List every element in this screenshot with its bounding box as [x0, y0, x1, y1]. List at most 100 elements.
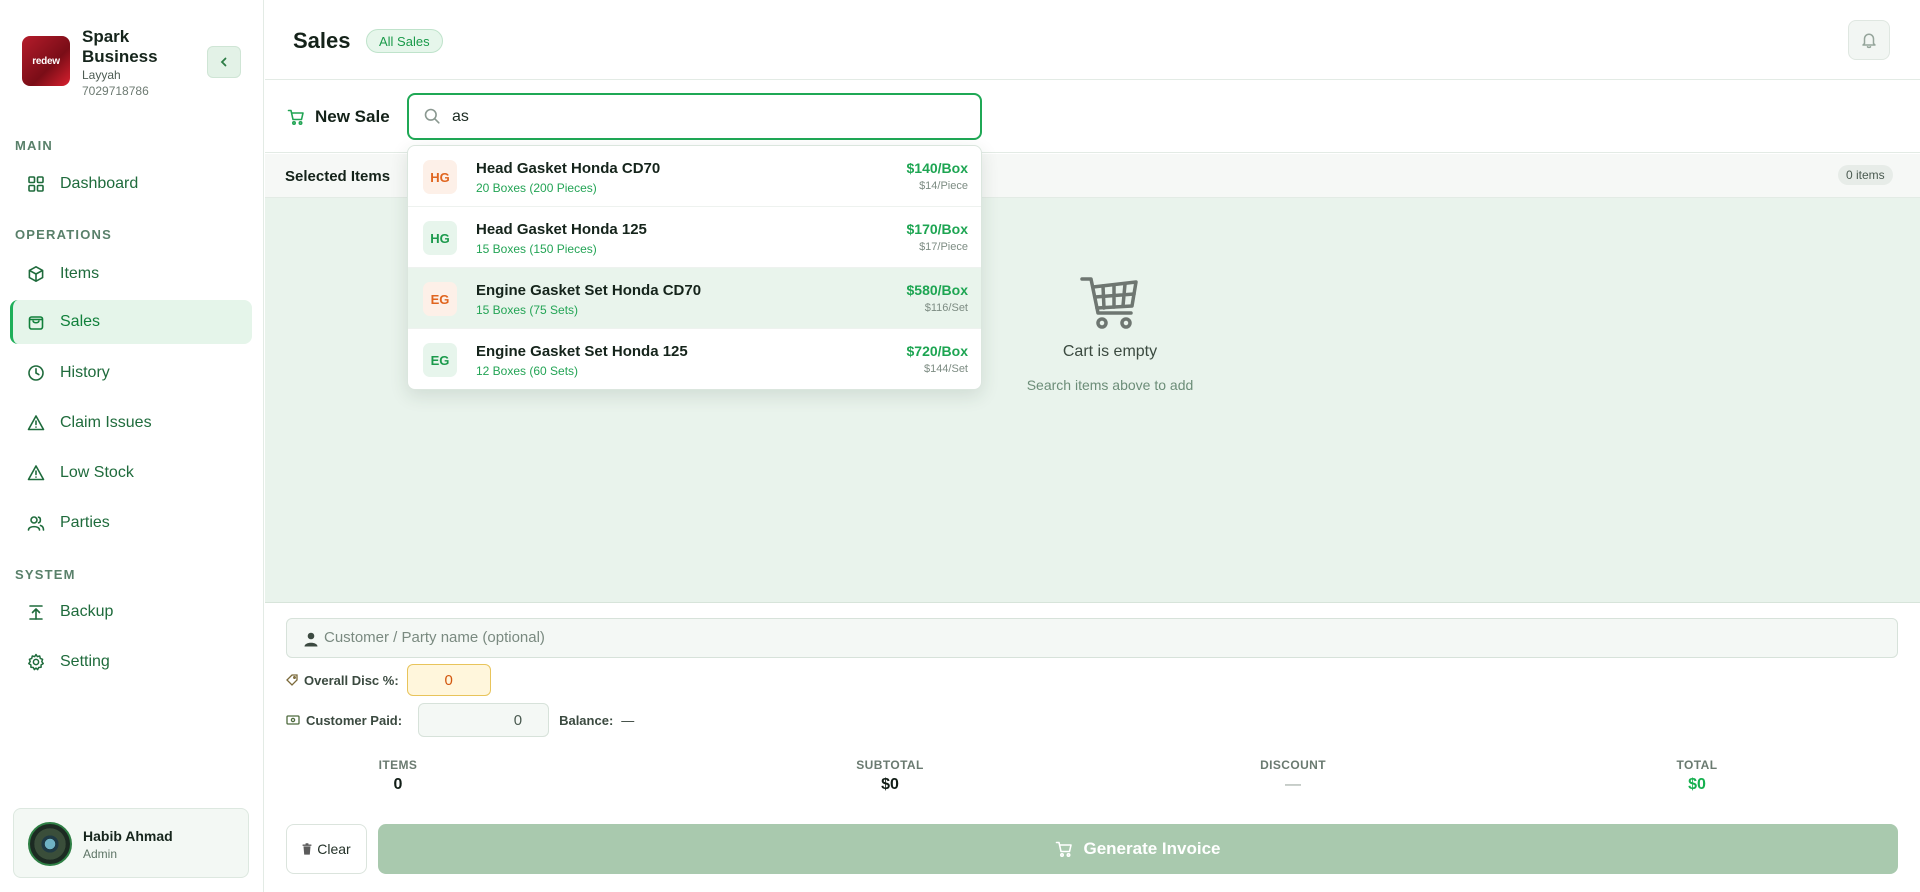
summary-items-value: 0	[393, 776, 403, 793]
bag-icon	[26, 312, 46, 332]
sidebar-item-backup[interactable]: Backup	[10, 590, 252, 634]
sidebar-item-label: Items	[60, 265, 100, 282]
customer-input[interactable]	[324, 629, 1824, 646]
sidebar-item-items[interactable]: Items	[10, 252, 252, 296]
item-initials-badge: HG	[423, 221, 457, 255]
sidebar-item-label: Claim Issues	[60, 414, 152, 431]
summary-total-value: $0	[1688, 776, 1706, 793]
sidebar-item-low-stock[interactable]: Low Stock	[10, 451, 252, 495]
collapse-sidebar-button[interactable]	[207, 46, 241, 78]
customer-paid-input[interactable]	[418, 703, 550, 737]
summary-total-label: TOTAL	[1676, 758, 1718, 772]
summary-discount-label: DISCOUNT	[1260, 758, 1326, 772]
item-name: Engine Gasket Set Honda CD70	[476, 282, 702, 299]
warning-icon	[26, 413, 46, 433]
item-name: Head Gasket Honda 125	[476, 221, 647, 238]
summary-items: ITEMS 0	[318, 758, 478, 794]
item-search-input[interactable]	[452, 106, 952, 128]
sidebar-item-dashboard[interactable]: Dashboard	[10, 162, 252, 206]
sidebar-item-sales[interactable]: Sales	[10, 300, 252, 344]
user-card[interactable]: Habib Ahmad Admin	[13, 808, 249, 878]
summary-items-label: ITEMS	[378, 758, 418, 772]
balance-label: Balance:	[559, 712, 614, 728]
search-result-item[interactable]: HG Head Gasket Honda 125 15 Boxes (150 P…	[408, 207, 981, 268]
user-name: Habib Ahmad	[83, 828, 173, 844]
summary-subtotal-value: $0	[881, 776, 899, 793]
totals-summary: ITEMS 0 SUBTOTAL $0 DISCOUNT — TOTAL $0	[286, 758, 1898, 802]
summary-discount-value: —	[1285, 776, 1301, 793]
cart-empty-title: Cart is empty	[1062, 343, 1158, 360]
item-unit-price: $17/Piece	[919, 241, 968, 253]
brand-location: Layyah	[82, 68, 121, 82]
sidebar-item-claim-issues[interactable]: Claim Issues	[10, 401, 252, 445]
grid-icon	[26, 174, 46, 194]
brand-phone: 7029718786	[82, 84, 149, 98]
user-role: Admin	[83, 847, 118, 861]
new-sale-label: New Sale	[287, 107, 390, 127]
customer-paid-label: Customer Paid:	[286, 713, 402, 728]
search-result-item[interactable]: EG Engine Gasket Set Honda CD70 15 Boxes…	[408, 268, 981, 329]
search-result-item[interactable]: HG Head Gasket Honda CD70 20 Boxes (200 …	[408, 146, 981, 207]
item-initials-badge: HG	[423, 160, 457, 194]
items-count-badge: 0 items	[1838, 165, 1893, 185]
cart-empty-subtitle: Search items above to add	[1026, 377, 1194, 393]
discount-row: Overall Disc %:	[286, 664, 491, 696]
sidebar-item-history[interactable]: History	[10, 351, 252, 395]
bell-icon	[1862, 33, 1876, 49]
summary-total: TOTAL $0	[1617, 758, 1777, 794]
item-box-price: $720/Box	[906, 343, 968, 359]
sidebar-item-setting[interactable]: Setting	[10, 640, 252, 684]
warning-icon	[26, 463, 46, 483]
item-stock: 20 Boxes (200 Pieces)	[476, 181, 597, 195]
section-label-main: MAIN	[15, 138, 54, 153]
item-unit-price: $116/Set	[924, 302, 968, 314]
item-box-price: $140/Box	[906, 160, 968, 176]
notifications-button[interactable]	[1848, 20, 1890, 60]
users-icon	[26, 513, 46, 533]
item-unit-price: $14/Piece	[919, 180, 968, 192]
customer-paid-label-text: Customer Paid:	[306, 712, 403, 728]
clear-button[interactable]: Clear	[286, 824, 367, 874]
item-name: Engine Gasket Set Honda 125	[476, 343, 688, 360]
search-result-item[interactable]: EG Engine Gasket Set Honda 125 12 Boxes …	[408, 329, 981, 389]
cart-icon	[1055, 840, 1073, 858]
balance-display: Balance: —	[559, 713, 634, 728]
summary-discount: DISCOUNT —	[1213, 758, 1373, 794]
balance-value: —	[621, 712, 635, 728]
gear-icon	[26, 652, 46, 672]
sidebar-item-label: Sales	[60, 313, 101, 330]
generate-invoice-label: Generate Invoice	[1083, 839, 1221, 858]
sidebar-item-label: Parties	[60, 514, 110, 531]
sidebar: redew Spark Business Layyah 7029718786 M…	[0, 0, 264, 892]
brand-name: Spark Business	[82, 27, 158, 66]
tag-icon	[286, 674, 298, 686]
item-unit-price: $144/Set	[923, 363, 968, 375]
sidebar-item-parties[interactable]: Parties	[10, 501, 252, 545]
item-stock: 15 Boxes (75 Sets)	[476, 303, 579, 317]
section-label-operations: OPERATIONS	[15, 227, 112, 242]
clock-icon	[26, 363, 46, 383]
item-name: Head Gasket Honda CD70	[476, 160, 661, 177]
item-search-box[interactable]	[407, 93, 982, 140]
new-sale-bar: New Sale	[265, 81, 1920, 153]
summary-subtotal: SUBTOTAL $0	[810, 758, 970, 794]
item-stock: 15 Boxes (150 Pieces)	[476, 242, 597, 256]
trash-icon	[302, 843, 312, 855]
item-box-price: $580/Box	[906, 282, 968, 298]
sidebar-item-label: Setting	[60, 653, 110, 670]
section-label-system: SYSTEM	[15, 567, 76, 582]
item-stock: 12 Boxes (60 Sets)	[476, 364, 579, 378]
summary-subtotal-label: SUBTOTAL	[856, 758, 924, 772]
sidebar-item-label: Low Stock	[60, 464, 134, 481]
box-icon	[26, 264, 46, 284]
cash-icon	[286, 714, 300, 726]
clear-button-label: Clear	[317, 841, 351, 857]
top-bar: Sales All Sales	[265, 0, 1920, 80]
discount-input[interactable]	[406, 664, 491, 696]
discount-label: Overall Disc %:	[286, 673, 399, 688]
chevron-left-icon	[220, 57, 227, 67]
item-box-price: $170/Box	[906, 221, 968, 237]
customer-field[interactable]	[286, 618, 1898, 658]
all-sales-pill[interactable]: All Sales	[366, 29, 443, 53]
generate-invoice-button[interactable]: Generate Invoice	[378, 824, 1898, 874]
